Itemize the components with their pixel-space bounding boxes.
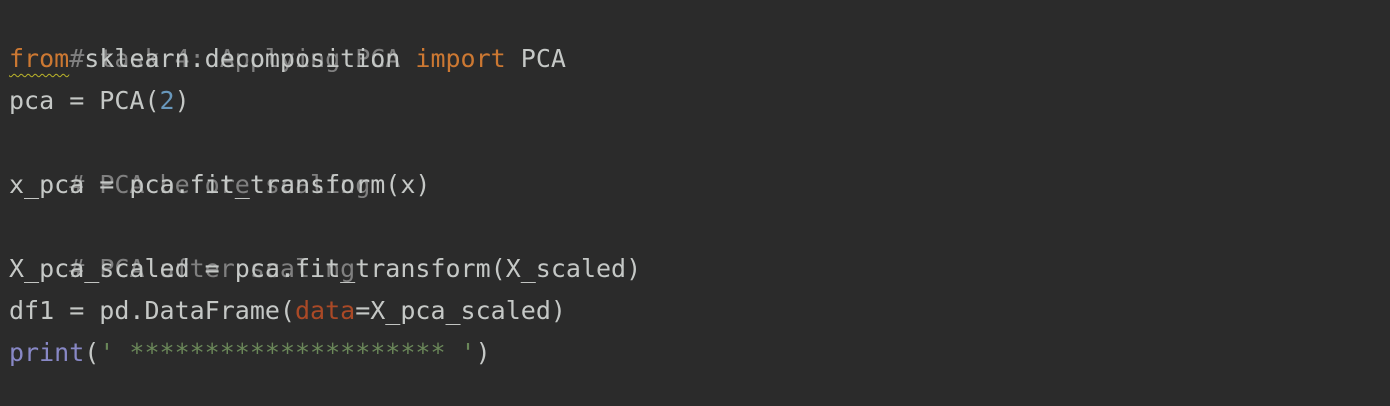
code-token: pca = PCA( [9,86,160,115]
code-line-9[interactable]: print(' ********************* ') [9,332,1390,374]
paren-open: ( [84,338,100,367]
from-keyword-with-warning: from [9,44,70,73]
code-token: df1 = pd.DataFrame( [9,296,295,325]
paren-close: ) [475,338,491,367]
code-editor[interactable]: # task 4: Applying PCA from sklearn.deco… [0,0,1390,402]
code-line-6[interactable]: # PCA after scaling [9,206,1390,283]
code-token: =X_pca_scaled) [355,296,566,325]
code-token: X_pca_scaled = pca.fit_transform(X_scale… [9,254,642,283]
imported-name-token: PCA [505,44,566,73]
code-line-8[interactable]: df1 = pd.DataFrame(data=X_pca_scaled) [9,290,1390,332]
named-parameter-token: data [294,296,356,325]
code-token: x_pca = pca.fit_transform(x) [9,170,431,199]
number-literal: 2 [159,86,175,115]
builtin-function-token: print [9,338,85,367]
code-line-3[interactable]: pca = PCA(2) [9,80,1390,122]
code-line-2[interactable]: from sklearn.decomposition import PCA [9,38,1390,80]
code-token: ) [174,86,190,115]
module-name-token: sklearn.decomposition [69,44,416,73]
string-literal: ' ********************* ' [99,338,476,367]
code-line-1[interactable]: # task 4: Applying PCA [9,0,1390,73]
code-line-4[interactable]: # PCA before scaling [9,122,1390,199]
code-line-7[interactable]: X_pca_scaled = pca.fit_transform(X_scale… [9,248,1390,290]
import-keyword: import [415,44,506,73]
code-line-5[interactable]: x_pca = pca.fit_transform(x) [9,164,1390,206]
